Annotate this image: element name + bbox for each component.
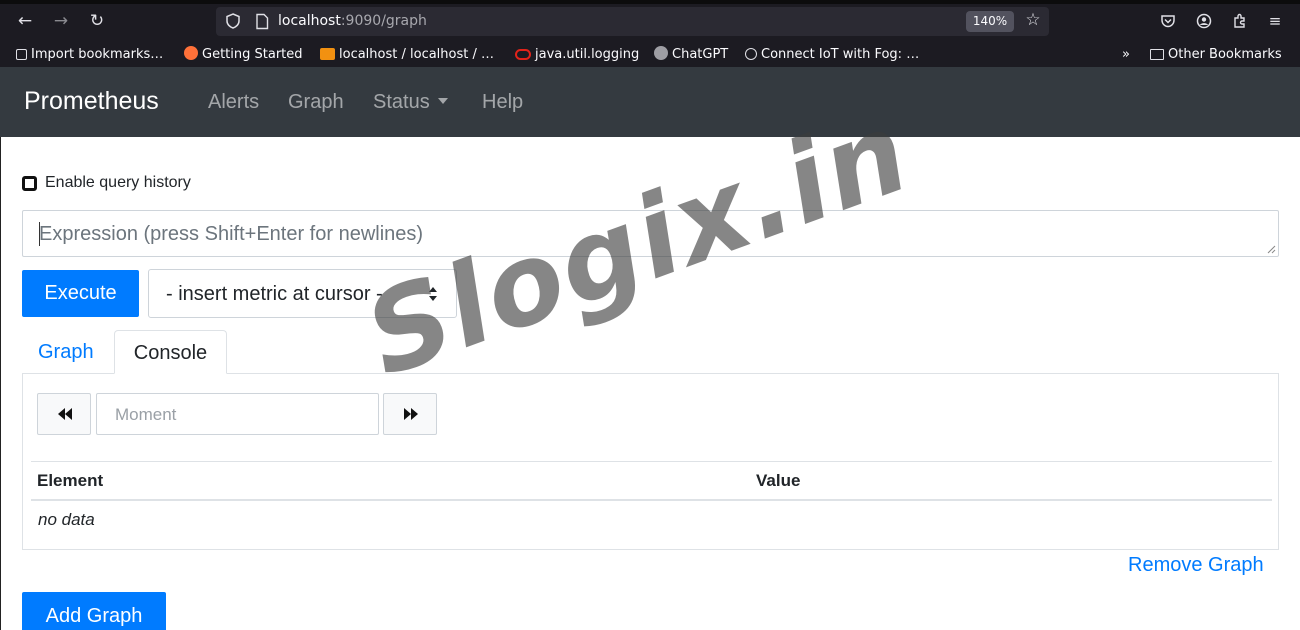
reload-icon[interactable]: ↻ (84, 9, 110, 33)
query-history-checkbox[interactable] (22, 176, 37, 191)
select-arrows-icon (429, 287, 437, 301)
forward-icon[interactable]: → (48, 9, 74, 33)
moment-forward-button[interactable] (383, 393, 437, 435)
firefox-icon (184, 46, 198, 60)
expression-input[interactable]: Expression (press Shift+Enter for newlin… (22, 210, 1279, 257)
expression-placeholder: Expression (press Shift+Enter for newlin… (39, 223, 424, 245)
nav-alerts[interactable]: Alerts (208, 91, 259, 114)
bookmark-java-logging[interactable]: java.util.logging (515, 45, 639, 65)
nav-status-label: Status (373, 91, 430, 113)
brand-logo[interactable]: Prometheus (24, 87, 159, 116)
page-icon (256, 13, 269, 30)
column-header-element: Element (37, 471, 104, 490)
bookmark-label: ChatGPT (672, 47, 729, 62)
bookmark-label: Import bookmarks… (31, 47, 164, 62)
no-data-text: no data (38, 510, 95, 529)
other-bookmarks[interactable]: Other Bookmarks (1150, 45, 1282, 65)
browser-toolbar: ← → ↻ localhost:9090/graph 140% ☆ ≡ Impo… (0, 0, 1300, 67)
main-content: Enable query history Expression (press S… (0, 137, 1300, 630)
bookmark-label: java.util.logging (535, 47, 640, 62)
bookmark-getting-started[interactable]: Getting Started (184, 45, 303, 65)
add-graph-button[interactable]: Add Graph (22, 592, 166, 630)
moment-input[interactable]: Moment (96, 393, 379, 435)
moment-placeholder: Moment (115, 405, 177, 424)
app-navbar: Prometheus Alerts Graph Status Help (0, 67, 1300, 137)
star-icon[interactable]: ☆ (1022, 9, 1044, 31)
metric-select-value: - insert metric at cursor - (166, 283, 383, 305)
menu-icon[interactable]: ≡ (1263, 10, 1287, 32)
fast-forward-icon (404, 408, 418, 420)
account-icon[interactable] (1192, 10, 1216, 32)
address-bar[interactable]: localhost:9090/graph (216, 7, 1049, 36)
bookmark-import[interactable]: Import bookmarks… (16, 45, 163, 65)
other-bookmarks-label: Other Bookmarks (1168, 47, 1282, 62)
bookmark-connect-iot[interactable]: Connect IoT with Fog: … (745, 45, 919, 65)
execute-button[interactable]: Execute (22, 270, 139, 317)
bookmark-label: localhost / localhost / … (339, 47, 494, 62)
console-panel: Moment Element Value no data (22, 373, 1279, 550)
oracle-icon (515, 49, 531, 60)
folder-icon (1150, 49, 1164, 60)
resize-grip-icon[interactable] (1266, 244, 1276, 254)
phpmyadmin-icon (320, 48, 335, 60)
url-host: localhost (278, 13, 341, 29)
extensions-icon[interactable] (1228, 10, 1252, 32)
url-path: :9090/graph (340, 13, 427, 29)
column-header-value: Value (756, 471, 801, 490)
table-header-divider (31, 499, 1272, 501)
moment-back-button[interactable] (37, 393, 91, 435)
fast-backward-icon (58, 408, 72, 420)
bookmark-chatgpt[interactable]: ChatGPT (654, 45, 728, 65)
chatgpt-icon (654, 46, 668, 60)
nav-status[interactable]: Status (373, 91, 448, 114)
bookmarks-overflow-icon[interactable]: » (1122, 45, 1130, 65)
tab-console[interactable]: Console (114, 330, 227, 374)
nav-graph[interactable]: Graph (288, 91, 344, 114)
remove-graph-link[interactable]: Remove Graph (1128, 554, 1264, 577)
tab-graph[interactable]: Graph (22, 330, 114, 374)
pocket-icon[interactable] (1156, 10, 1180, 32)
metric-select[interactable]: - insert metric at cursor - (148, 269, 457, 318)
table-divider (31, 461, 1272, 462)
url-text: localhost:9090/graph (278, 13, 427, 29)
import-icon (16, 49, 27, 60)
bookmark-label: Connect IoT with Fog: … (761, 47, 920, 62)
bookmark-phpmyadmin[interactable]: localhost / localhost / … (320, 45, 494, 65)
query-history-label: Enable query history (45, 174, 191, 191)
zoom-indicator[interactable]: 140% (966, 11, 1014, 32)
bookmark-label: Getting Started (202, 47, 303, 62)
caret-down-icon (437, 98, 448, 104)
tab-strip (0, 0, 1300, 4)
shield-icon (226, 13, 240, 29)
back-icon[interactable]: ← (12, 9, 38, 33)
nav-help[interactable]: Help (482, 91, 523, 114)
globe-icon (745, 48, 757, 60)
bookmarks-bar: Import bookmarks… Getting Started localh… (0, 42, 1300, 67)
